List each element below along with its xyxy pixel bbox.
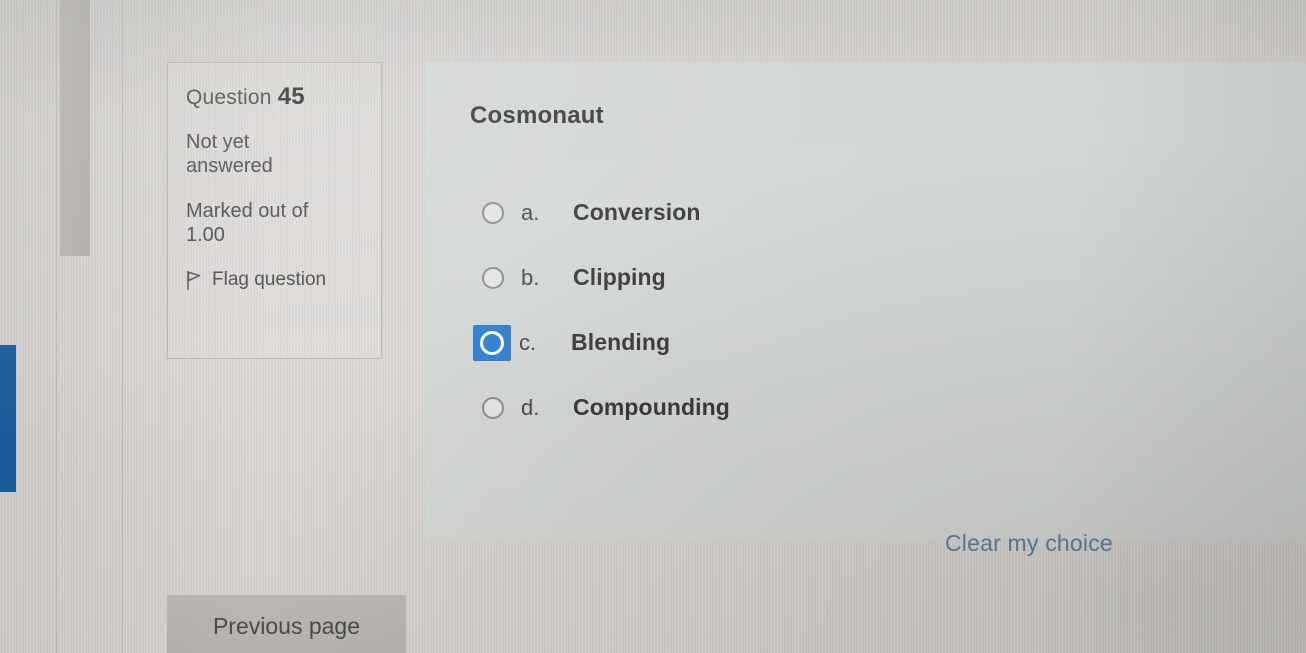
question-state: Not yet answered <box>186 131 273 177</box>
left-edge-blue-marker[interactable] <box>0 345 16 492</box>
answer-option-d[interactable]: d. Compounding <box>473 385 1173 430</box>
answer-option-c[interactable]: c. Blending <box>473 320 1173 365</box>
chrome-rule-left <box>56 0 57 653</box>
radio-button-a[interactable] <box>473 195 513 231</box>
answer-letter-a: a. <box>521 199 540 225</box>
radio-button-b[interactable] <box>473 260 513 296</box>
flag-question-button[interactable]: Flag question <box>186 269 363 291</box>
answer-letter-d: d. <box>521 394 540 420</box>
question-number: Question 45 <box>186 83 363 111</box>
question-info-box: Question 45 Not yet answered Marked out … <box>167 62 382 359</box>
screen-background: Question 45 Not yet answered Marked out … <box>0 0 1306 653</box>
flag-icon <box>186 270 203 291</box>
question-grade-value: 1.00 <box>186 223 225 246</box>
question-number-label: Question <box>186 86 272 109</box>
answer-options-list: a. Conversion b. Clipping c. Blending d.… <box>473 190 1173 450</box>
answer-text-d: Compounding <box>573 394 730 420</box>
clear-my-choice-link[interactable]: Clear my choice <box>945 530 1113 557</box>
answer-text-c: Blending <box>571 329 671 355</box>
question-grade-label: Marked out of <box>186 200 309 223</box>
question-number-value: 45 <box>277 83 305 110</box>
answer-option-b[interactable]: b. Clipping <box>473 255 1173 300</box>
question-grade: Marked out of 1.00 <box>186 200 351 247</box>
question-content-panel: Cosmonaut a. Conversion b. Clipping c. B… <box>425 62 1306 556</box>
answer-letter-c: c. <box>519 329 537 355</box>
flag-question-label: Flag question <box>212 269 327 291</box>
radio-button-d[interactable] <box>473 390 513 426</box>
vertical-scrollbar-thumb[interactable] <box>60 0 90 256</box>
previous-page-button[interactable]: Previous page <box>167 595 406 653</box>
question-text: Cosmonaut <box>470 102 604 129</box>
chrome-rule-content-left <box>122 0 123 653</box>
answer-text-a: Conversion <box>573 199 701 225</box>
answer-letter-b: b. <box>521 264 540 290</box>
radio-button-c[interactable] <box>473 324 511 361</box>
answer-text-b: Clipping <box>573 264 666 290</box>
answer-option-a[interactable]: a. Conversion <box>473 190 1173 235</box>
